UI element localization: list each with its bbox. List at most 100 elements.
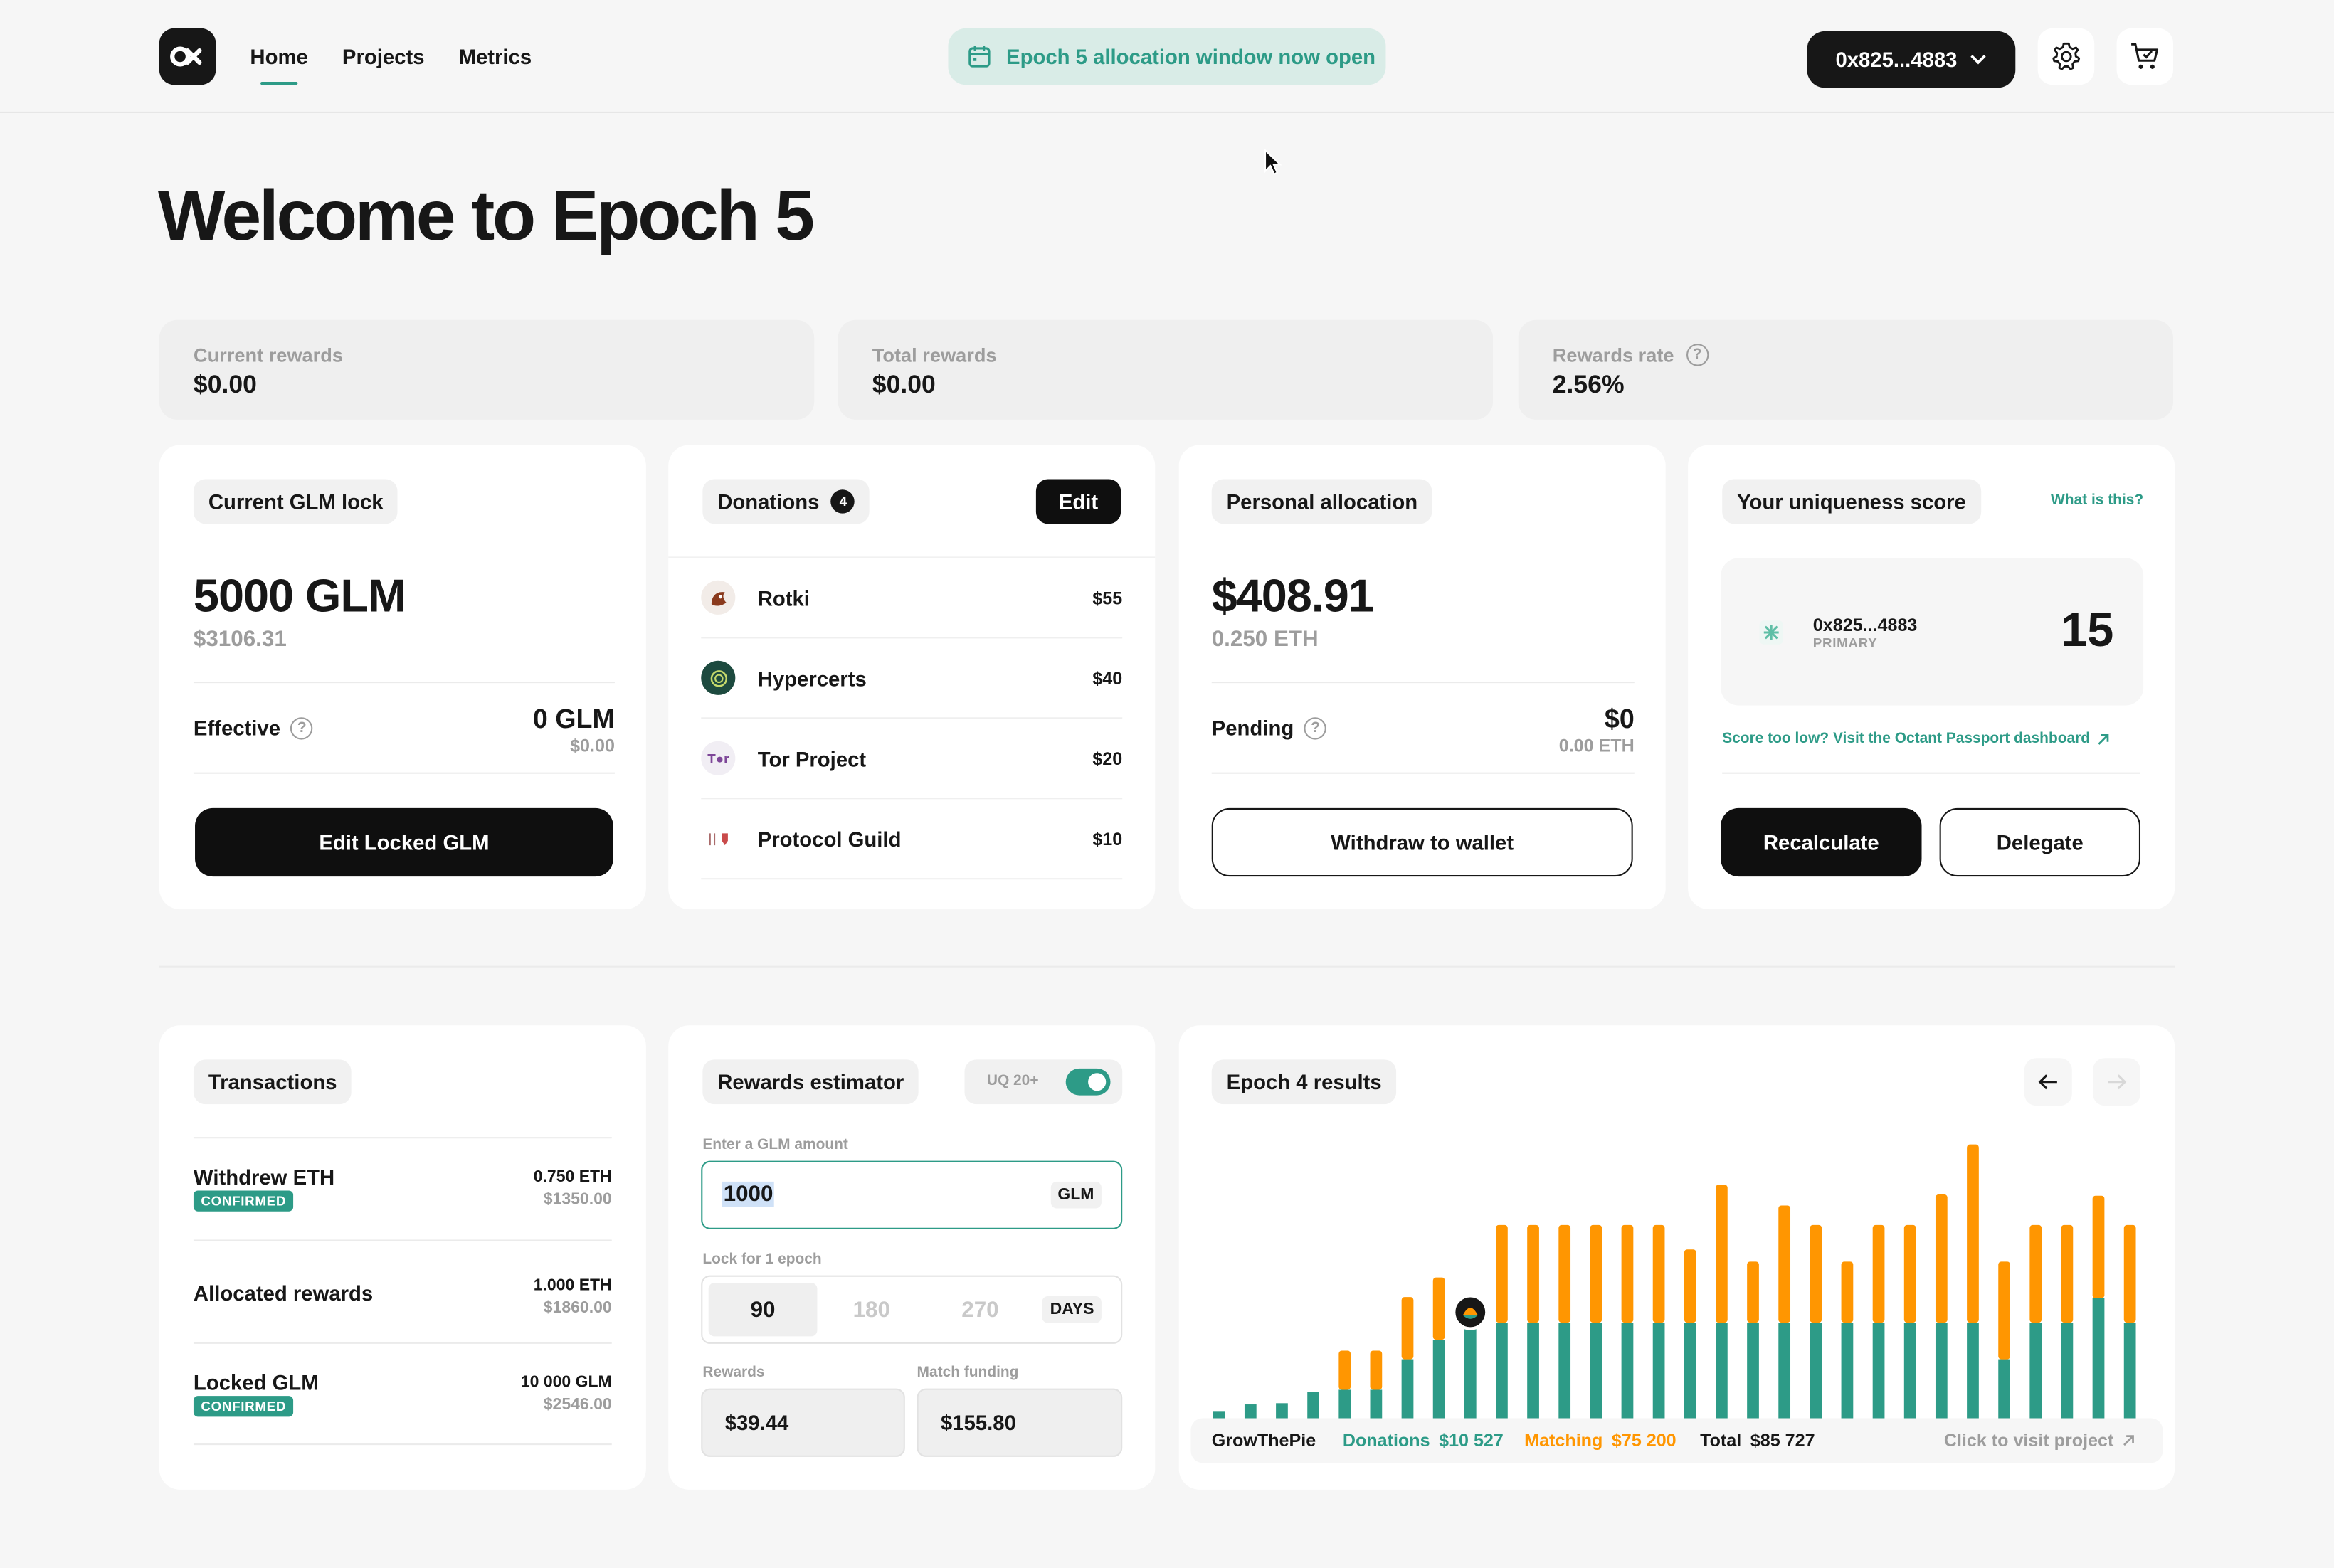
bar-matching-15[interactable]: [1652, 1224, 1665, 1323]
transaction-row[interactable]: Withdrew ETH CONFIRMED 0.750 ETH $1350.0…: [193, 1137, 612, 1239]
bar-matching-30[interactable]: [2123, 1224, 2136, 1323]
passport-dashboard-link[interactable]: Score too low? Visit the Octant Passport…: [1722, 731, 2111, 747]
bar-matching-21[interactable]: [1841, 1261, 1854, 1323]
bar-matching-23[interactable]: [1903, 1224, 1916, 1323]
bar-matching-18[interactable]: [1747, 1261, 1759, 1323]
transaction-row[interactable]: Allocated rewards 1.000 ETH $1860.00: [193, 1239, 612, 1342]
donation-row[interactable]: Protocol Guild $10: [701, 799, 1123, 880]
help-icon[interactable]: ?: [290, 716, 314, 739]
octant-logo[interactable]: [159, 28, 216, 85]
bar-donations-16[interactable]: [1684, 1323, 1696, 1423]
bar-donations-28[interactable]: [2061, 1323, 2074, 1423]
bar-matching-6[interactable]: [1370, 1350, 1383, 1390]
bar-matching-22[interactable]: [1872, 1224, 1885, 1323]
bar-donations-25[interactable]: [1967, 1323, 1979, 1423]
bar-donations-26[interactable]: [1998, 1359, 2010, 1423]
settings-button[interactable]: [2037, 28, 2095, 85]
bar-donations-17[interactable]: [1716, 1323, 1728, 1423]
bar-matching-14[interactable]: [1621, 1224, 1634, 1323]
bar-donations-8[interactable]: [1432, 1340, 1445, 1423]
card-title: Personal allocation: [1211, 479, 1433, 524]
bar-matching-17[interactable]: [1716, 1185, 1728, 1323]
bar-donations-11[interactable]: [1527, 1323, 1539, 1423]
bar-donations-29[interactable]: [2092, 1298, 2105, 1423]
bar-donations-22[interactable]: [1872, 1323, 1885, 1423]
bar-donations-19[interactable]: [1778, 1323, 1791, 1423]
transaction-row[interactable]: Locked GLM CONFIRMED 10 000 GLM $2546.00: [193, 1342, 612, 1446]
tx-usd: $2546.00: [543, 1396, 612, 1414]
help-icon[interactable]: ?: [1686, 344, 1709, 366]
passport-link-text: Score too low? Visit the Octant Passport…: [1722, 731, 2091, 748]
tor-logo-icon: T●r: [701, 741, 736, 775]
glm-usd: $3106.31: [193, 626, 287, 652]
bar-donations-27[interactable]: [2029, 1323, 2042, 1423]
tx-amount: 10 000 GLM: [520, 1373, 612, 1392]
wallet-button[interactable]: 0x825...4883: [1807, 31, 2016, 88]
bar-matching-8[interactable]: [1432, 1277, 1445, 1340]
help-icon[interactable]: ?: [1304, 716, 1327, 739]
bar-matching-5[interactable]: [1338, 1350, 1351, 1390]
donation-row[interactable]: Rotki $55: [701, 558, 1123, 639]
edit-donations-button[interactable]: Edit: [1035, 479, 1121, 524]
bar-donations-23[interactable]: [1903, 1323, 1916, 1423]
project-name: Rotki: [757, 586, 810, 610]
days-option-180[interactable]: 180: [817, 1283, 926, 1336]
withdraw-to-wallet-button[interactable]: Withdraw to wallet: [1211, 807, 1633, 877]
donation-row[interactable]: Hypercerts $40: [701, 638, 1123, 719]
days-option-90[interactable]: 90: [708, 1283, 818, 1337]
tx-usd: $1860.00: [543, 1299, 612, 1318]
legend-matching-value: $75 200: [1611, 1430, 1676, 1451]
allocation-cart-button[interactable]: [2116, 28, 2174, 85]
status-badge: CONFIRMED: [193, 1396, 294, 1417]
bar-matching-27[interactable]: [2029, 1224, 2042, 1323]
effective-values: 0 GLM $0.00: [533, 704, 615, 756]
bar-donations-10[interactable]: [1496, 1323, 1508, 1423]
bar-matching-11[interactable]: [1527, 1224, 1539, 1323]
bar-donations-14[interactable]: [1621, 1323, 1634, 1423]
bar-matching-10[interactable]: [1496, 1224, 1508, 1323]
bar-donations-15[interactable]: [1652, 1323, 1665, 1423]
uq-toggle[interactable]: [1065, 1068, 1111, 1096]
bar-matching-13[interactable]: [1590, 1224, 1602, 1323]
bar-donations-12[interactable]: [1558, 1323, 1571, 1423]
bar-donations-18[interactable]: [1747, 1323, 1759, 1423]
highlighted-project-marker-icon[interactable]: [1452, 1294, 1489, 1330]
bar-matching-19[interactable]: [1778, 1205, 1791, 1323]
epoch-banner[interactable]: Epoch 5 allocation window now open: [948, 28, 1386, 85]
calendar-icon: [968, 46, 991, 68]
edit-locked-glm-button[interactable]: Edit Locked GLM: [195, 807, 613, 877]
bar-matching-12[interactable]: [1558, 1224, 1571, 1323]
divider: [193, 682, 615, 684]
bar-donations-24[interactable]: [1935, 1323, 1948, 1423]
visit-project-link[interactable]: Click to visit project: [1944, 1430, 2136, 1451]
bar-donations-13[interactable]: [1590, 1323, 1602, 1423]
chevron-down-icon: [1970, 55, 1986, 65]
bar-matching-24[interactable]: [1935, 1194, 1948, 1323]
allocation-amount: $408.91: [1211, 570, 1374, 623]
bar-donations-9[interactable]: [1464, 1323, 1477, 1423]
what-is-this-link[interactable]: What is this?: [2051, 492, 2143, 509]
nav-metrics[interactable]: Metrics: [459, 45, 532, 68]
bar-matching-7[interactable]: [1401, 1297, 1414, 1360]
delegate-button[interactable]: Delegate: [1939, 807, 2141, 877]
bar-donations-30[interactable]: [2123, 1323, 2136, 1423]
donation-row[interactable]: T●r Tor Project $20: [701, 719, 1123, 800]
days-option-270[interactable]: 270: [926, 1283, 1035, 1336]
card-title: Your uniqueness score: [1722, 479, 1981, 524]
bar-donations-21[interactable]: [1841, 1323, 1854, 1423]
bar-donations-20[interactable]: [1810, 1323, 1822, 1423]
bar-matching-28[interactable]: [2061, 1224, 2074, 1323]
uniqueness-card: Your uniqueness score What is this? 0x82…: [1688, 445, 2175, 910]
nav-projects[interactable]: Projects: [342, 45, 425, 68]
bar-matching-20[interactable]: [1810, 1224, 1822, 1323]
bar-matching-16[interactable]: [1684, 1249, 1696, 1323]
bar-matching-26[interactable]: [1998, 1261, 2010, 1360]
bar-matching-25[interactable]: [1967, 1144, 1979, 1323]
chart-legend[interactable]: GrowThePie Donations $10 527 Matching $7…: [1190, 1418, 2163, 1463]
epoch-results-chart: [1213, 1144, 2136, 1423]
glm-amount-input[interactable]: 1000 GLM: [701, 1160, 1123, 1229]
bar-matching-29[interactable]: [2092, 1195, 2105, 1298]
recalculate-button[interactable]: Recalculate: [1721, 807, 1922, 877]
nav-home[interactable]: Home: [250, 45, 308, 85]
bar-donations-7[interactable]: [1401, 1359, 1414, 1423]
